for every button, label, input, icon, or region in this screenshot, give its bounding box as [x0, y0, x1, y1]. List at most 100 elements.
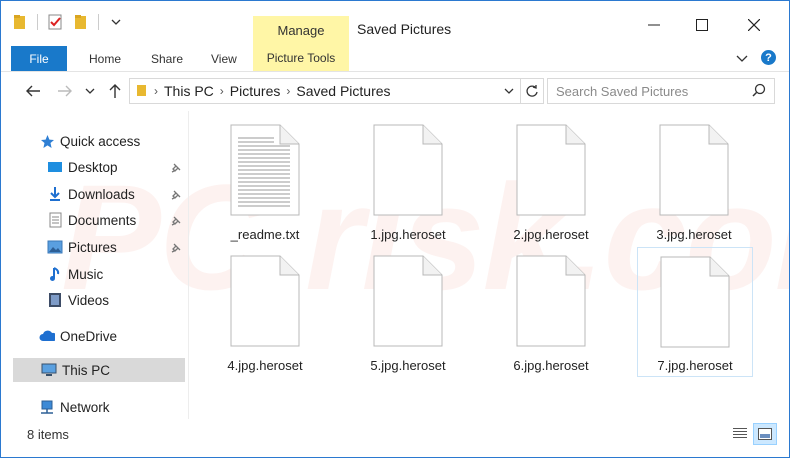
file-name: 3.jpg.heroset [656, 227, 732, 242]
file-item[interactable]: 3.jpg.heroset [639, 124, 749, 244]
forward-arrow-icon [58, 85, 72, 97]
sidebar-item-label: OneDrive [60, 328, 118, 344]
sidebar-item-videos[interactable]: Videos [47, 288, 187, 312]
sidebar-item-downloads[interactable]: Downloads [47, 182, 187, 206]
title-bar: Manage Saved Pictures [1, 1, 789, 44]
pin-icon[interactable] [171, 161, 181, 176]
sidebar-item-label: Quick access [60, 133, 141, 149]
pin-icon[interactable] [171, 188, 181, 203]
pin-icon[interactable] [171, 214, 181, 229]
chevron-down-icon[interactable] [736, 51, 748, 69]
recent-locations-button[interactable] [83, 81, 97, 101]
sidebar-item-pictures[interactable]: Pictures [47, 235, 187, 259]
search-input[interactable]: Search Saved Pictures [547, 78, 775, 104]
sidebar-item-onedrive[interactable]: OneDrive [39, 324, 187, 348]
address-bar[interactable]: › This PC › Pictures › Saved Pictures [129, 78, 521, 104]
folder-icon [136, 83, 148, 100]
ribbon-tabs: File Home Share View Picture Tools ? [1, 44, 789, 72]
sidebar-item-label: Pictures [68, 239, 117, 255]
file-item[interactable]: _readme.txt [210, 124, 320, 244]
chevron-right-icon[interactable]: › [220, 84, 224, 98]
customize-dropdown-icon[interactable] [107, 13, 125, 31]
help-button[interactable]: ? [761, 50, 776, 65]
sidebar-item-music[interactable]: Music [47, 262, 187, 286]
details-view-button[interactable] [729, 423, 751, 443]
maximize-button[interactable] [679, 11, 725, 39]
sidebar-item-label: Documents [68, 212, 137, 228]
large-icons-view-button[interactable] [753, 423, 777, 445]
cloud-icon [39, 328, 55, 344]
file-name: 5.jpg.heroset [370, 358, 446, 373]
videos-icon [47, 292, 63, 308]
sidebar-item-label: Downloads [68, 186, 135, 202]
sidebar-item-desktop[interactable]: Desktop [47, 155, 187, 179]
search-icon[interactable] [752, 83, 766, 100]
forward-button[interactable] [55, 81, 75, 101]
up-button[interactable] [105, 81, 125, 101]
file-item[interactable]: 4.jpg.heroset [210, 255, 320, 375]
sidebar-item-quick-access[interactable]: Quick access [39, 129, 187, 153]
manage-tab[interactable]: Manage [253, 16, 349, 44]
downloads-folder-icon [47, 186, 63, 202]
sidebar-item-this-pc[interactable]: This PC [13, 358, 185, 382]
computer-icon [41, 362, 57, 378]
file-name: 4.jpg.heroset [227, 358, 303, 373]
breadcrumb-pictures[interactable]: Pictures [230, 83, 281, 99]
folder-icon[interactable] [11, 13, 29, 31]
text-file-icon [230, 124, 300, 216]
blank-file-icon [516, 124, 586, 216]
window-title: Saved Pictures [357, 21, 452, 37]
blank-file-icon [373, 124, 443, 216]
details-view-icon [733, 428, 747, 438]
sidebar-item-label: Videos [68, 292, 110, 308]
properties-icon[interactable] [46, 13, 64, 31]
sidebar-item-network[interactable]: Network [39, 395, 187, 419]
tab-view[interactable]: View [211, 46, 237, 71]
qat-divider [37, 14, 38, 30]
file-tab[interactable]: File [11, 46, 67, 71]
file-name: 1.jpg.heroset [370, 227, 446, 242]
file-name: 6.jpg.heroset [513, 358, 589, 373]
chevron-right-icon[interactable]: › [286, 84, 290, 98]
music-icon [47, 266, 63, 282]
back-button[interactable] [23, 81, 43, 101]
minimize-button[interactable] [631, 11, 677, 39]
file-item[interactable]: 2.jpg.heroset [496, 124, 606, 244]
sidebar-item-label: Music [68, 266, 104, 282]
back-arrow-icon [26, 85, 40, 97]
tab-share[interactable]: Share [151, 46, 183, 71]
blank-file-icon [516, 255, 586, 347]
blank-file-icon [660, 256, 730, 348]
tab-home[interactable]: Home [89, 46, 121, 71]
explorer-window: PC risk.com Manage Saved Pictures [0, 0, 790, 458]
file-item[interactable]: 5.jpg.heroset [353, 255, 463, 375]
desktop-folder-icon [47, 159, 63, 175]
sidebar-item-label: This PC [62, 362, 111, 378]
minimize-icon [648, 24, 660, 26]
breadcrumb-saved-pictures[interactable]: Saved Pictures [296, 83, 390, 99]
refresh-button[interactable] [521, 78, 544, 104]
pictures-folder-icon [47, 239, 63, 255]
breadcrumb-this-pc[interactable]: This PC [164, 83, 214, 99]
blank-file-icon [659, 124, 729, 216]
search-placeholder: Search Saved Pictures [556, 83, 689, 99]
maximize-icon [696, 19, 708, 31]
chevron-down-icon [85, 88, 95, 94]
file-name: 7.jpg.heroset [657, 358, 733, 373]
close-button[interactable] [731, 11, 777, 39]
sidebar-item-documents[interactable]: Documents [47, 208, 187, 232]
new-folder-icon[interactable] [72, 13, 90, 31]
refresh-icon [526, 85, 538, 97]
sidebar-item-label: Network [60, 399, 110, 415]
address-dropdown-icon[interactable] [504, 83, 514, 99]
pin-icon[interactable] [171, 241, 181, 256]
status-item-count: 8 items [27, 427, 69, 442]
file-item[interactable]: 1.jpg.heroset [353, 124, 463, 244]
pane-divider[interactable] [188, 111, 189, 419]
chevron-right-icon[interactable]: › [154, 84, 158, 98]
tab-picture-tools[interactable]: Picture Tools [253, 44, 349, 71]
file-name: 2.jpg.heroset [513, 227, 589, 242]
file-item[interactable]: 6.jpg.heroset [496, 255, 606, 375]
file-item[interactable]: 7.jpg.heroset [637, 247, 753, 377]
qat-divider [98, 14, 99, 30]
